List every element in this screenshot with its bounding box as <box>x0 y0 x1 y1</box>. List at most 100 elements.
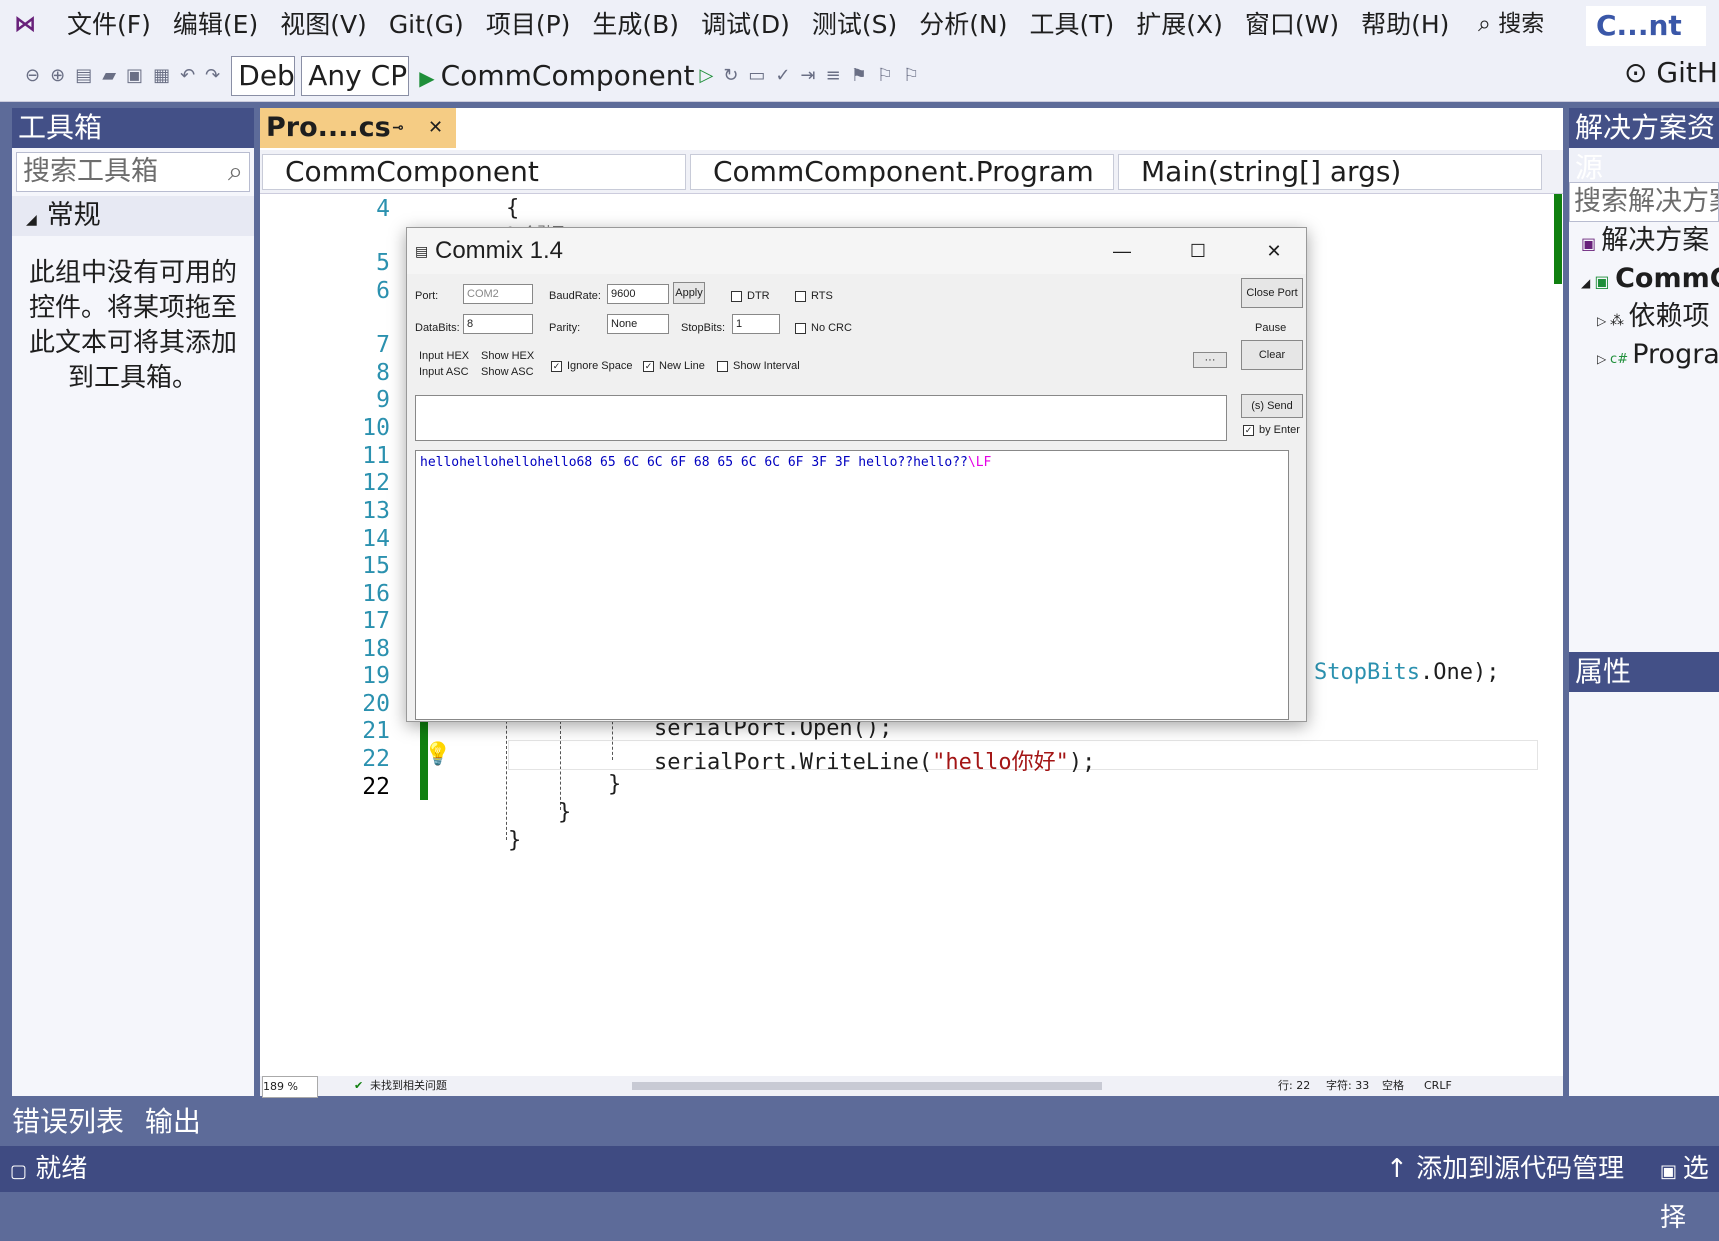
menu-project[interactable]: 项目(P) <box>475 0 582 50</box>
pin-icon[interactable]: ⊸ <box>392 108 404 148</box>
add-to-source-control-button[interactable]: ↑ 添加到源代码管理 <box>1386 1146 1624 1192</box>
stopbits-select[interactable]: 1 <box>732 314 780 334</box>
menu-extensions[interactable]: 扩展(X) <box>1125 0 1234 50</box>
send-input[interactable] <box>415 395 1227 441</box>
dtr-checkbox[interactable]: DTR <box>731 290 770 302</box>
configuration-select[interactable]: Deb <box>231 55 296 96</box>
clear-button[interactable]: Clear <box>1241 340 1303 370</box>
by-enter-checkbox[interactable]: ✓ by Enter <box>1243 424 1300 436</box>
start-debug-button[interactable]: ▶ CommComponent <box>419 59 694 92</box>
new-line-checkbox[interactable]: ✓ New Line <box>643 360 705 372</box>
input-asc-option[interactable]: Input ASC <box>419 366 469 378</box>
maximize-icon[interactable]: ☐ <box>1163 228 1233 274</box>
menu-debug[interactable]: 调试(D) <box>690 0 801 50</box>
parity-select[interactable]: None <box>607 314 669 334</box>
browser-icon[interactable]: ▭ <box>743 65 770 86</box>
project-select[interactable]: CommComponent <box>262 154 686 190</box>
close-icon[interactable]: ✕ <box>1239 228 1309 274</box>
menu-search[interactable]: ⌕ 搜索 <box>1478 4 1544 38</box>
menu-tools[interactable]: 工具(T) <box>1018 0 1125 50</box>
show-interval-checkbox[interactable]: Show Interval <box>717 360 800 372</box>
checkbox-box: ✓ <box>1243 424 1254 436</box>
lightbulb-icon[interactable]: 💡 <box>424 742 451 767</box>
menu-file[interactable]: 文件(F) <box>56 0 162 50</box>
hot-reload-icon[interactable]: ↻ <box>718 65 743 86</box>
spell-check-icon[interactable]: ✓ <box>770 65 795 86</box>
github-icon: ⊙ <box>1624 56 1648 89</box>
github-copilot-button[interactable]: ⊙ GitHu <box>1624 56 1719 89</box>
menu-edit[interactable]: 编辑(E) <box>162 0 269 50</box>
menu-analyze[interactable]: 分析(N) <box>908 0 1018 50</box>
line-number-current: 22 <box>362 774 390 800</box>
save-all-icon[interactable]: ▦ <box>148 65 175 86</box>
code-line-19-tail: StopBits.One); <box>1314 660 1500 685</box>
class-select[interactable]: CommComponent.Program <box>690 154 1114 190</box>
new-project-icon[interactable]: ▤ <box>70 65 97 86</box>
char-indicator[interactable]: 字符: 33 <box>1326 1076 1369 1096</box>
start-without-debug-icon[interactable]: ▷ <box>694 65 718 86</box>
close-port-button[interactable]: Close Port <box>1241 278 1303 308</box>
checkbox-box: ✓ <box>551 360 562 372</box>
bookmark-next-icon[interactable]: ⚐ <box>898 65 924 86</box>
app-icon: ▤ <box>415 243 429 259</box>
eol-indicator[interactable]: CRLF <box>1424 1076 1452 1096</box>
bookmark-prev-icon[interactable]: ⚐ <box>872 65 898 86</box>
member-select[interactable]: Main(string[] args) <box>1118 154 1542 190</box>
tree-item-solution[interactable]: ▣ 解决方案 <box>1569 222 1719 260</box>
databits-select[interactable]: 8 <box>463 314 533 334</box>
issues-status[interactable]: 未找到相关问题 <box>370 1076 447 1096</box>
receive-output[interactable]: hellohellohellohello68 65 6C 6C 6F 68 65… <box>415 450 1289 720</box>
line-indicator[interactable]: 行: 22 <box>1278 1076 1310 1096</box>
horizontal-scrollbar[interactable] <box>632 1082 1102 1090</box>
port-select[interactable]: COM2 <box>463 284 533 304</box>
input-hex-option[interactable]: Input HEX <box>419 350 469 362</box>
whitespace-indicator[interactable]: 空格 <box>1382 1076 1404 1096</box>
menu-git[interactable]: Git(G) <box>378 0 475 50</box>
open-folder-icon[interactable]: ▰ <box>97 65 121 86</box>
solution-search-input[interactable]: 搜索解决方案 <box>1569 182 1719 222</box>
menu-test[interactable]: 测试(S) <box>801 0 908 50</box>
collapse-arrow-icon: ▷ <box>1597 352 1611 366</box>
more-options-button[interactable]: ··· <box>1193 352 1227 368</box>
menu-help[interactable]: 帮助(H) <box>1350 0 1460 50</box>
redo-icon[interactable]: ↷ <box>200 65 225 86</box>
show-hex-option[interactable]: Show HEX <box>481 350 534 362</box>
menu-window[interactable]: 窗口(W) <box>1234 0 1350 50</box>
menu-view[interactable]: 视图(V) <box>269 0 378 50</box>
toolbox-section-general[interactable]: ◢ 常规 <box>12 196 254 236</box>
line-number: 8 <box>376 360 390 386</box>
commix-titlebar[interactable]: ▤ Commix 1.4 — ☐ ✕ <box>407 228 1306 274</box>
platform-select[interactable]: Any CP <box>301 55 410 96</box>
menu-build[interactable]: 生成(B) <box>581 0 690 50</box>
forward-icon[interactable]: ⊕ <box>45 65 70 86</box>
pause-button[interactable]: Pause <box>1255 322 1286 334</box>
toolbox-search-input[interactable]: 搜索工具箱 ⌕ <box>16 152 250 192</box>
back-icon[interactable]: ⊖ <box>20 65 45 86</box>
line-number: 11 <box>362 443 390 469</box>
undo-icon[interactable]: ↶ <box>175 65 200 86</box>
show-asc-option[interactable]: Show ASC <box>481 366 534 378</box>
databits-label: DataBits: <box>415 322 460 334</box>
send-button[interactable]: (s) Send <box>1241 394 1303 418</box>
tab-output[interactable]: 输出 <box>145 1105 201 1138</box>
no-crc-checkbox[interactable]: No CRC <box>795 322 852 334</box>
ignore-space-checkbox[interactable]: ✓ Ignore Space <box>551 360 632 372</box>
minimize-icon[interactable]: — <box>1087 228 1157 274</box>
toolbox-empty-message: 此组中没有可用的控件。将某项拖至此文本可将其添加到工具箱。 <box>28 258 237 393</box>
zoom-select[interactable]: 189 % <box>262 1076 318 1098</box>
tree-item-program[interactable]: ▷ c# Progra <box>1569 336 1719 374</box>
tree-item-dependencies[interactable]: ▷ ⁂ 依赖项 <box>1569 298 1719 336</box>
bookmark-icon[interactable]: ⚑ <box>846 65 872 86</box>
close-icon[interactable]: ✕ <box>428 108 443 148</box>
select-repo-button[interactable]: ▣ 选择 <box>1660 1146 1719 1241</box>
baudrate-select[interactable]: 9600 <box>607 284 669 304</box>
save-icon[interactable]: ▣ <box>121 65 148 86</box>
tab-error-list[interactable]: 错误列表 <box>12 1105 124 1138</box>
indent-icon[interactable]: ≡ <box>821 65 846 86</box>
step-icon[interactable]: ⇥ <box>796 65 821 86</box>
apply-button[interactable]: Apply <box>673 282 705 304</box>
visual-studio-logo-icon[interactable]: ⋈ <box>14 12 40 38</box>
tree-item-project[interactable]: ◢ ▣ CommC <box>1569 260 1719 298</box>
rts-checkbox[interactable]: RTS <box>795 290 833 302</box>
tab-program-cs[interactable]: Pro....cs ⊸ ✕ <box>260 108 456 148</box>
